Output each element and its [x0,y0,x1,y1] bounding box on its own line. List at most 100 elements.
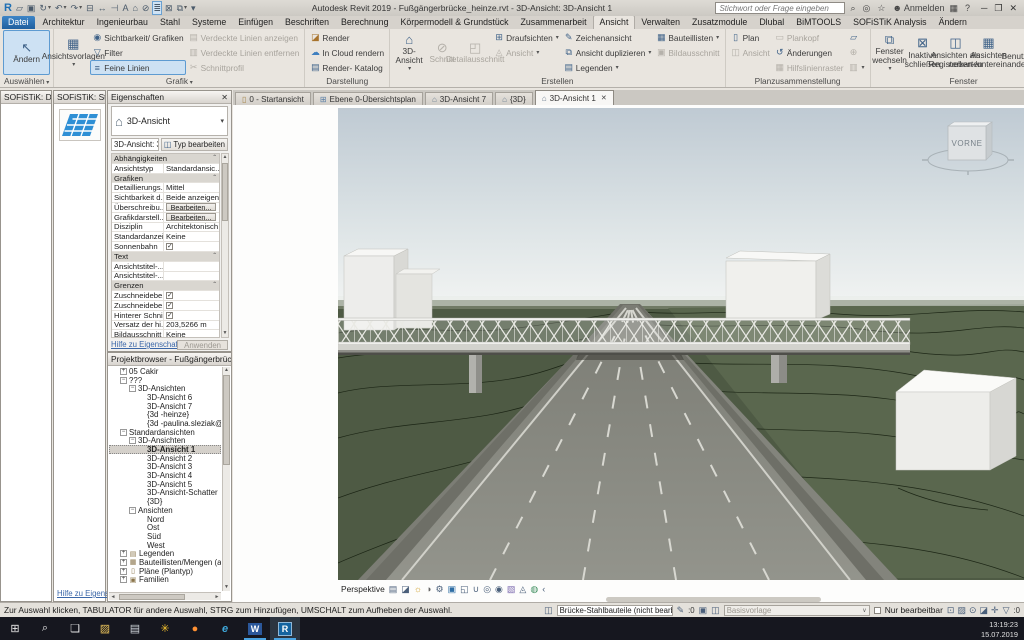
infocenter-button[interactable]: ◎ [863,3,873,14]
qat-button[interactable]: ⊣ [111,2,119,14]
ribbon-tab[interactable]: Beschriften [279,16,335,29]
qat-button[interactable]: R [4,2,12,14]
help-link[interactable]: Hilfe zu Eigensc [57,589,113,598]
property-row[interactable]: Ansichtstitel-... [112,272,219,282]
tree-item[interactable]: 3D-Ansicht-Schatter [109,489,221,498]
ribbon-button[interactable]: ▣Bildausschnitt [654,45,721,60]
infocenter-button[interactable]: ⌕ [850,3,857,14]
view-control-button[interactable]: ◪ [401,584,410,594]
tree-item[interactable]: 3D-Ansicht 4 [109,471,221,480]
property-row[interactable]: Grafikdarstell... Bearbeiten... [112,213,219,223]
taskbar-button[interactable]: ▨ [90,617,120,640]
ribbon-button[interactable]: ▥Verdeckte Linien entfernen [187,45,302,60]
properties-scrollbar[interactable]: ▲ ▼ [221,153,229,338]
qat-button[interactable]: ⧉ [177,2,187,14]
ribbon-button[interactable]: ◬Ansicht [492,45,561,60]
selection-toggle[interactable]: ✛ [991,605,999,616]
ribbon-group-label[interactable]: Darstellung [305,75,389,87]
filter-selection-icon[interactable]: ▽ [1003,605,1010,616]
qat-button[interactable]: ↷ [71,2,83,14]
editable-only-checkbox[interactable] [874,607,881,614]
tree-item[interactable]: 3D-Ansicht 2 [109,454,221,463]
view-control-button[interactable]: ◑ [426,584,431,594]
ribbon-tab[interactable]: Stahl [154,16,186,29]
tree-item[interactable]: 3D-Ansicht 5 [109,480,221,489]
ribbon-button[interactable]: ▦Hilfslinienraster [773,60,846,75]
ribbon-button[interactable]: ▯Plan [729,30,772,45]
structure-mesh-thumbnail[interactable] [59,109,101,141]
ribbon-group-label[interactable]: Erstellen [390,75,724,87]
tree-item[interactable]: 3D-Ansicht 3 [109,463,221,472]
design-options-icon[interactable]: ◫ [711,605,720,616]
property-row[interactable]: Zuschneidebe... [112,301,219,311]
view-control-button[interactable]: ▣ [448,584,457,594]
ribbon-button[interactable]: ▤Render- Katalog [308,60,386,75]
selection-toggle[interactable]: ⊡ [947,605,955,616]
view-tab[interactable]: ⌂ {3D} [495,92,533,105]
browser-scrollbar[interactable]: ▲ ▼ [222,367,230,591]
checkbox[interactable] [166,243,173,250]
qat-button[interactable]: ▣ [27,2,36,14]
view-tab[interactable]: ⊞ Ebene 0-Übersichtsplan [313,92,423,105]
scrollbar-thumb[interactable] [222,163,228,221]
type-selector[interactable]: ⌂ 3D-Ansicht ▾ [111,106,228,136]
tree-item[interactable]: 3D-Ansicht 7 [109,402,221,411]
tree-item[interactable]: ??? [109,376,221,385]
tree-expander-icon[interactable] [129,385,136,392]
view-control-button[interactable]: ◱ [460,584,469,594]
scrollbar-thumb[interactable] [223,375,230,465]
tree-item[interactable]: {3d -heinze} [109,410,221,419]
selection-toggle[interactable]: ⊙ [969,605,977,616]
qat-button[interactable]: ≣ [153,2,161,14]
view-control-button[interactable]: ▤ [389,584,398,594]
taskbar-button[interactable]: W [240,617,270,640]
property-row[interactable]: Grenzen [112,281,219,291]
scrollbar-thumb[interactable] [119,594,185,600]
scroll-down-icon[interactable]: ▼ [222,330,228,337]
view-control-button[interactable]: ◬ [519,584,526,594]
scroll-up-icon[interactable]: ▲ [222,154,228,161]
taskbar-button[interactable]: ❏ [60,617,90,640]
tree-expander-icon[interactable] [120,568,127,575]
editing-requests-icon[interactable]: ✎ [677,605,685,616]
qat-button[interactable]: ▾ [191,2,196,14]
property-row[interactable]: Überschreibu... Bearbeiten... [112,203,219,213]
selection-toggle[interactable]: ◪ [980,605,989,616]
browser-hscrollbar[interactable]: ◄ ► [109,592,221,600]
properties-help-link[interactable]: Hilfe zu Eigenschaften [111,340,177,349]
tree-item[interactable]: 3D-Ansicht 1 [109,445,221,454]
ribbon-tab[interactable]: Dlubal [753,16,790,29]
tree-expander-icon[interactable] [120,559,127,566]
view-control-button[interactable]: ∪ [473,584,480,594]
property-row[interactable]: Bildausschnitt Keine [112,330,219,338]
ribbon-tab[interactable]: Einfügen [232,16,279,29]
property-row[interactable]: Abhängigkeiten [112,154,219,164]
worksets-icon[interactable]: ◫ [544,605,553,616]
ribbon-button[interactable]: ▱ [847,30,867,45]
qat-button[interactable]: ↔ [98,2,107,14]
property-row[interactable]: Versatz der hi... 203,5266 m [112,321,219,331]
property-row[interactable]: Standardanzei... Keine [112,232,219,242]
tree-expander-icon[interactable] [120,429,127,436]
ribbon-button[interactable]: ⊕ [847,45,867,60]
ribbon-tab[interactable]: Berechnung [335,16,394,29]
scroll-up-icon[interactable]: ▲ [223,367,230,374]
taskbar-button[interactable]: e [210,617,240,640]
property-row[interactable]: Grafiken [112,174,219,184]
tree-expander-icon[interactable] [120,576,127,583]
checkbox[interactable] [166,292,173,299]
property-row[interactable]: Text [112,252,219,262]
view-control-button[interactable]: ◍ [530,584,538,594]
ribbon-button[interactable]: ⧉Ansicht duplizieren [562,45,654,60]
ribbon-group-label[interactable]: Auswählen [0,75,53,87]
tree-expander-icon[interactable] [120,377,127,384]
ribbon-button[interactable]: ✎Zeichenansicht [562,30,654,45]
ribbon-tab[interactable]: Datei [2,16,35,29]
edit-type-button[interactable]: ◫Typ bearbeiten [161,138,228,151]
close-icon[interactable]: ✕ [221,93,228,102]
scroll-left-icon[interactable]: ◄ [109,593,117,600]
view-tab[interactable]: ▯ 0 - Startansicht [235,92,311,105]
view-control-button[interactable]: ⚙ [435,584,443,594]
qat-button[interactable]: ↶ [55,2,67,14]
ribbon-tab[interactable]: Systeme [186,16,232,29]
